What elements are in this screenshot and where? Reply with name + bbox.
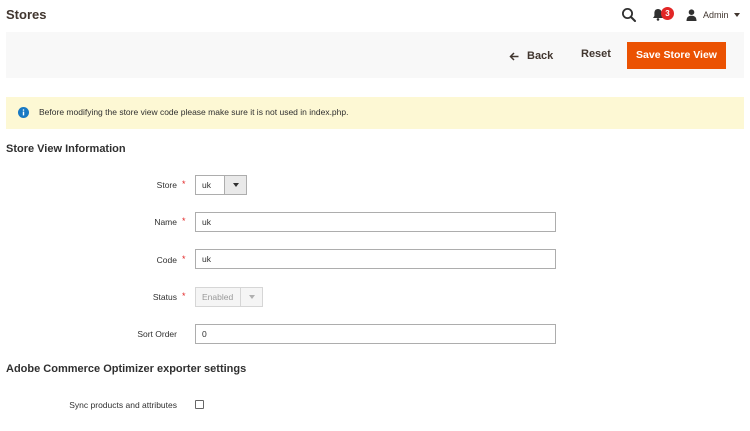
name-input[interactable] [195,212,556,232]
sort-order-input[interactable] [195,324,556,344]
user-account-menu[interactable]: Admin [686,7,740,23]
exporter-settings-title: Adobe Commerce Optimizer exporter settin… [6,363,247,375]
store-field-label: Store [156,180,177,190]
status-select-value: Enabled [202,292,234,302]
sync-products-checkbox[interactable] [195,400,204,409]
chevron-down-icon [733,13,740,17]
arrow-left-icon [509,51,519,61]
notification-count-badge: 3 [661,7,674,20]
search-icon[interactable] [621,7,637,23]
page-title: Stores [6,7,47,22]
store-select-value: uk [202,180,211,190]
store-view-information-title: Store View Information [6,143,126,155]
required-marker: * [182,254,186,264]
sort-order-field-label: Sort Order [137,329,177,339]
sync-field-label: Sync products and attributes [69,400,177,410]
code-input[interactable] [195,249,556,269]
status-select-toggle [240,288,262,306]
store-select[interactable]: uk [195,175,247,195]
back-button-label: Back [527,50,554,62]
back-button[interactable]: Back [509,48,553,64]
notifications-button[interactable]: 3 [652,6,676,24]
page-actions-bar: Back Reset Save Store View [6,32,744,78]
code-field-label: Code [156,255,177,265]
info-message: Before modifying the store view code ple… [6,97,744,129]
status-field-label: Status [152,292,177,302]
save-store-view-button[interactable]: Save Store View [627,42,726,69]
user-name: Admin [703,10,729,20]
reset-button[interactable]: Reset [581,48,611,60]
info-message-text: Before modifying the store view code ple… [39,107,349,117]
status-select: Enabled [195,287,263,307]
user-icon [686,9,697,21]
store-select-toggle [224,176,246,194]
name-field-label: Name [154,217,177,227]
chevron-down-icon [232,183,239,187]
required-marker: * [182,291,186,301]
required-marker: * [182,179,186,189]
required-marker: * [182,216,186,226]
chevron-down-icon [248,295,255,299]
page-header: Stores 3 Admin [0,0,750,32]
info-icon [18,107,29,118]
